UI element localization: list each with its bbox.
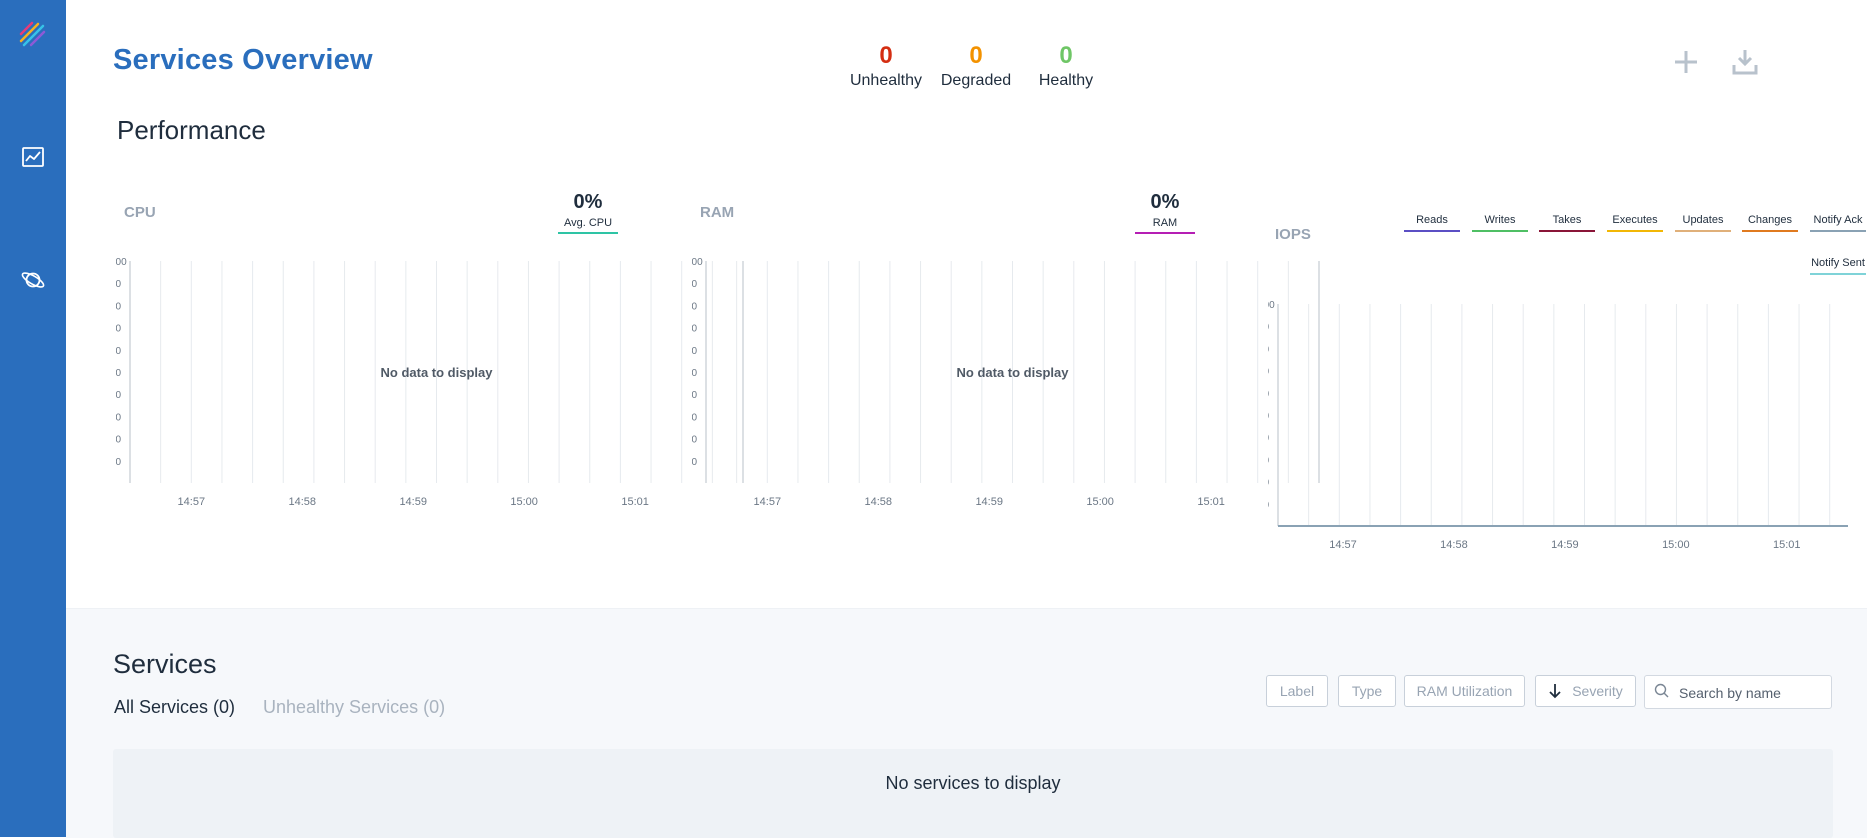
services-title: Services (113, 649, 217, 679)
cpu-y-tick: 40 (116, 390, 122, 401)
cpu-y-tick: 20 (116, 435, 122, 446)
sidebar (0, 0, 66, 837)
iops-x-tick: 15:00 (1662, 539, 1690, 551)
plus-icon (1675, 51, 1697, 73)
cpu-y-tick: 10 (116, 457, 122, 468)
cpu-plot: 100 90 80 70 60 50 40 30 20 100 14:57 14:58 14:59 15:… (116, 257, 744, 508)
cpu-x-tick: 14:59 (399, 496, 427, 508)
cpu-y-tick: 70 (116, 324, 122, 335)
stat-healthy-count: 0 (1059, 42, 1073, 69)
iops-x-tick: 14:57 (1329, 539, 1357, 551)
download-button[interactable] (1727, 44, 1763, 80)
ram-y-tick: 100 (692, 257, 703, 268)
iops-y-tick: 40 (1268, 433, 1270, 444)
iops-y-tick: 10 (1268, 500, 1270, 511)
cpu-y-tick: 80 (116, 301, 122, 312)
tab-all-services[interactable]: All Services (0) (114, 697, 235, 718)
severity-sort-label: Severity (1572, 683, 1623, 699)
type-filter-button[interactable]: Type (1338, 675, 1396, 707)
planet-icon (21, 272, 45, 288)
stat-unhealthy: 0 Unhealthy (841, 42, 931, 90)
cpu-y-tick: 50 (116, 368, 122, 379)
ram-y-tick: 80 (692, 301, 698, 312)
cpu-x-tick: 15:01 (621, 496, 649, 508)
cpu-y-tick: 30 (116, 412, 122, 423)
iops-y-tick: 60 (1268, 389, 1270, 400)
cpu-y-tick: 90 (116, 279, 122, 290)
add-button[interactable] (1668, 44, 1704, 80)
iops-x-tick: 14:59 (1551, 539, 1579, 551)
iops-y-tick: 20 (1268, 478, 1270, 489)
search-icon (1654, 683, 1669, 698)
label-filter-button[interactable]: Label (1266, 675, 1328, 707)
stat-unhealthy-label: Unhealthy (849, 72, 923, 89)
severity-sort-button[interactable]: Severity (1535, 675, 1636, 707)
stat-healthy-label: Healthy (1038, 72, 1094, 89)
iops-y-tick: 80 (1268, 344, 1270, 355)
cpu-x-tick: 14:57 (178, 496, 206, 508)
stat-degraded: 0 Degraded (931, 42, 1021, 90)
ram-x-tick: 14:57 (754, 496, 782, 508)
search-input[interactable] (1677, 676, 1829, 710)
ram-utilization-filter-button[interactable]: RAM Utilization (1404, 675, 1525, 707)
stat-degraded-count: 0 (969, 42, 983, 69)
cpu-x-tick: 15:00 (510, 496, 538, 508)
cpu-y-tick: 60 (116, 346, 122, 357)
ram-x-tick: 14:59 (975, 496, 1003, 508)
ram-y-tick: 30 (692, 412, 698, 423)
page-title: Services Overview (113, 44, 373, 76)
services-list: No services to display (113, 749, 1833, 838)
ram-y-tick: 20 (692, 435, 698, 446)
services-empty-message: No services to display (885, 773, 1061, 793)
stat-healthy: 0 Healthy (1021, 42, 1111, 90)
performance-title: Performance (117, 115, 266, 145)
tab-unhealthy-services[interactable]: Unhealthy Services (0) (263, 697, 445, 718)
cpu-chart: CPU 0% Avg. CPU 100908070605040302010014… (116, 190, 756, 520)
iops-y-tick: 100 (1268, 300, 1275, 311)
ram-y-tick: 50 (692, 368, 698, 379)
iops-x-tick: 15:01 (1773, 539, 1801, 551)
iops-y-tick: 70 (1268, 367, 1270, 378)
cpu-x-tick: 14:58 (288, 496, 316, 508)
ram-empty-message: No data to display (957, 365, 1070, 380)
stat-unhealthy-count: 0 (879, 42, 893, 69)
cpu-empty-message: No data to display (381, 365, 494, 380)
arrow-down-icon (1549, 684, 1561, 699)
search-box (1644, 675, 1832, 710)
ram-y-tick: 90 (692, 279, 698, 290)
ram-chart: RAM 0% RAM 100908070605040302010014:5714… (692, 190, 1332, 520)
chart-line-icon (22, 147, 44, 167)
iops-x-tick: 14:58 (1440, 539, 1468, 551)
ram-y-tick: 10 (692, 457, 698, 468)
iops-plot: 100908070605040302010014:5714:5814:5915:… (1268, 300, 1848, 551)
ram-plot: 100 90 80 70 60 50 40 30 20 100 14:57 14:58 14:59 15:… (692, 257, 1320, 508)
iops-y-tick: 90 (1268, 322, 1270, 333)
sidebar-item-services[interactable] (0, 260, 66, 300)
stat-degraded-label: Degraded (940, 72, 1012, 89)
ram-y-tick: 40 (692, 390, 698, 401)
ram-y-tick: 70 (692, 324, 698, 335)
app-logo-icon[interactable] (0, 15, 66, 55)
cpu-y-tick: 100 (116, 257, 127, 268)
services-section: Services All Services (0) Unhealthy Serv… (66, 608, 1867, 838)
ram-x-tick: 14:58 (864, 496, 892, 508)
download-icon (1732, 50, 1758, 75)
sidebar-item-performance[interactable] (0, 137, 66, 177)
iops-y-tick: 30 (1268, 455, 1270, 466)
ram-x-tick: 15:00 (1086, 496, 1114, 508)
ram-x-tick: 15:01 (1197, 496, 1225, 508)
ram-y-tick: 60 (692, 346, 698, 357)
iops-y-tick: 50 (1268, 411, 1270, 422)
iops-chart: IOPS Reads Writes Takes Executes Updates Chan… (1268, 190, 1866, 570)
